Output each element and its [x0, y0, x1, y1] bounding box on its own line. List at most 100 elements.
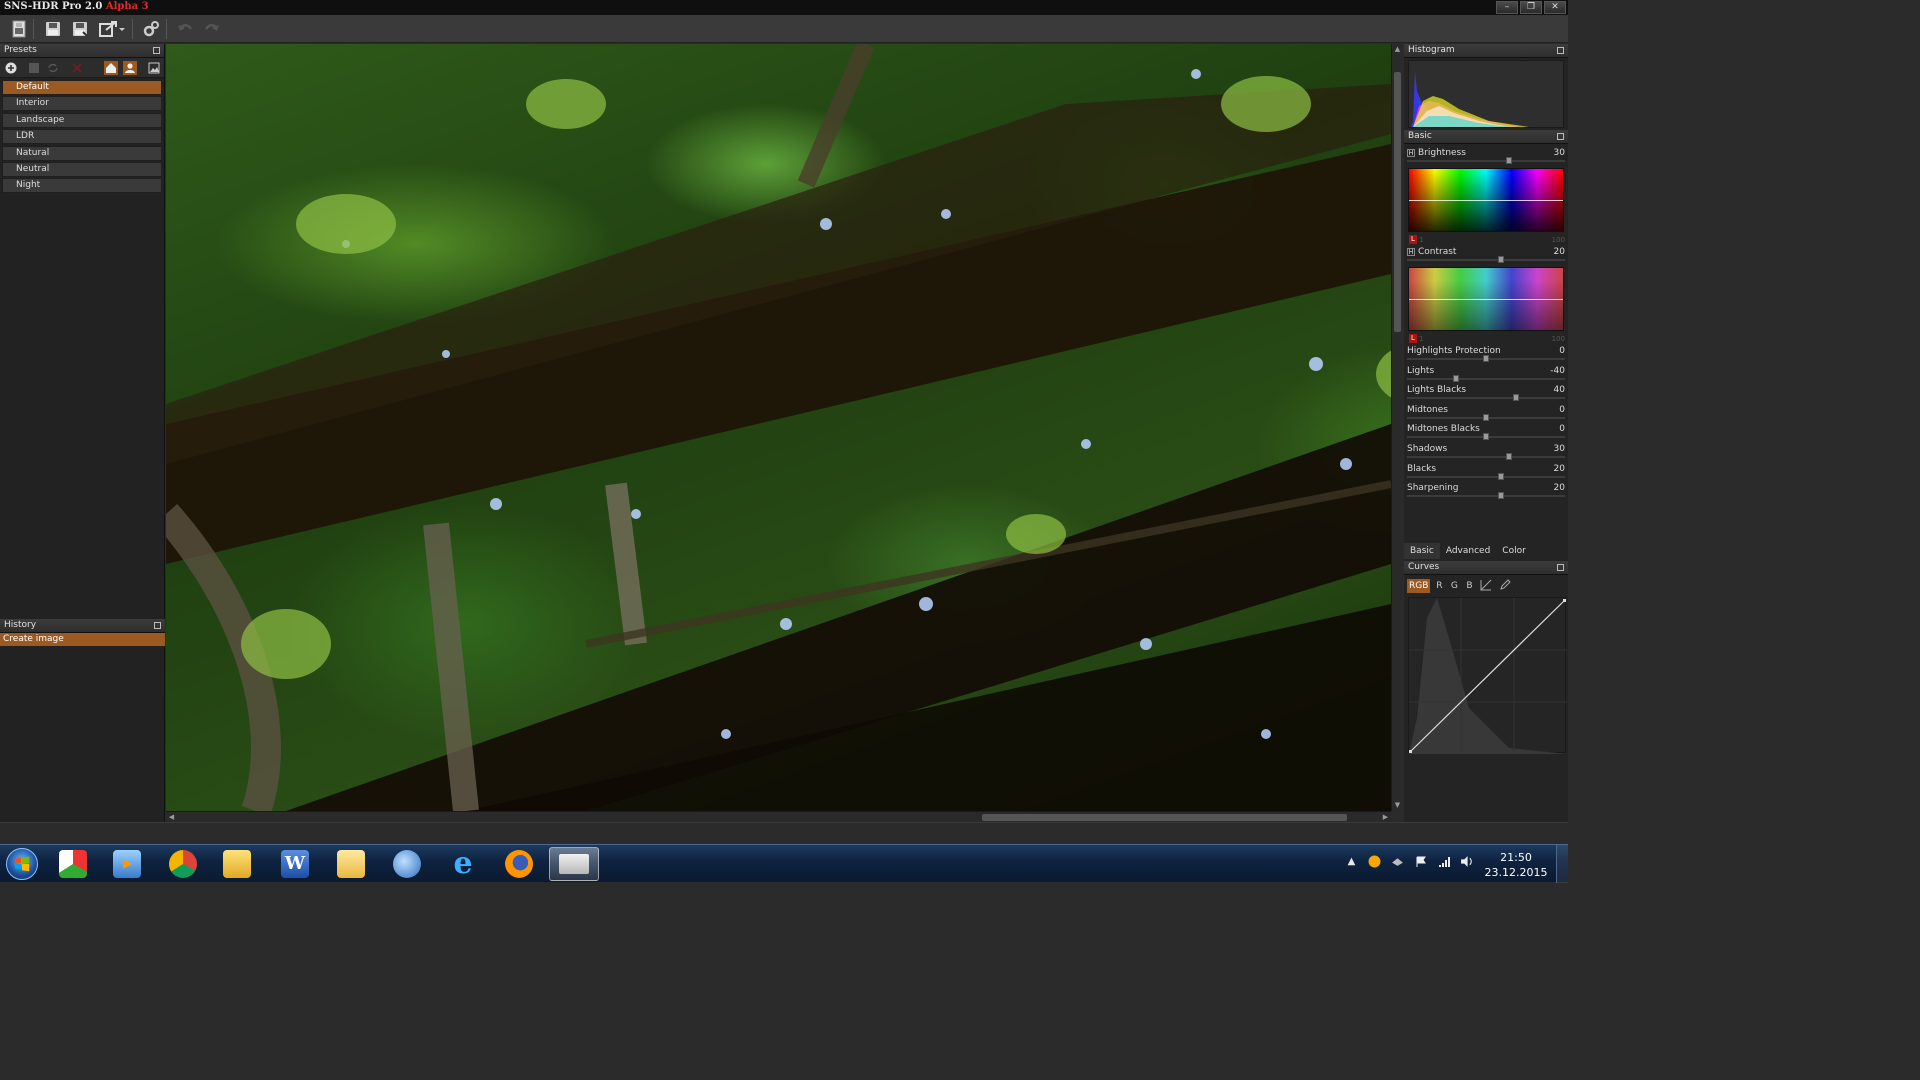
network-activity-icon[interactable] — [1391, 855, 1404, 868]
lights-slider[interactable]: Lights -40 — [1407, 366, 1565, 385]
redo-icon[interactable] — [201, 18, 223, 40]
slider-value: 0 — [1559, 424, 1565, 435]
clock[interactable]: 21:50 23.12.2015 — [1480, 850, 1552, 880]
slider-knob[interactable] — [1452, 374, 1459, 382]
signal-icon[interactable] — [1437, 855, 1450, 868]
brightness-slider[interactable]: H Brightness 30 — [1407, 148, 1565, 167]
preset-item-night[interactable]: Night — [2, 178, 162, 194]
contrast-hue-spectrum[interactable] — [1408, 267, 1564, 331]
sharpening-slider[interactable]: Sharpening 20 — [1407, 483, 1565, 502]
dock-icon[interactable] — [1557, 564, 1564, 571]
preset-item-default[interactable]: Default — [2, 80, 162, 95]
presentation-app-icon — [59, 850, 87, 878]
curve-editor[interactable] — [1408, 597, 1567, 754]
slider-knob[interactable] — [1483, 413, 1489, 421]
user-preset-icon[interactable] — [123, 61, 137, 75]
taskbar-photo-viewer[interactable] — [326, 847, 376, 881]
preset-item-landscape[interactable]: Landscape — [2, 112, 162, 128]
taskbar-email-client[interactable] — [382, 847, 432, 881]
taskbar-firefox-browser[interactable] — [494, 847, 544, 881]
home-preset-icon[interactable] — [104, 61, 118, 75]
l-channel-badge[interactable]: L — [1409, 334, 1417, 343]
vertical-scrollbar[interactable]: ▲ ▼ — [1391, 44, 1402, 811]
history-item[interactable]: Create image — [0, 633, 165, 646]
image-canvas[interactable] — [166, 44, 1391, 811]
scroll-left-icon[interactable]: ◀ — [167, 813, 176, 822]
save-as-icon[interactable] — [69, 18, 91, 40]
tab-color[interactable]: Color — [1496, 543, 1532, 559]
l-channel-badge[interactable]: L — [1409, 235, 1417, 244]
scroll-down-icon[interactable]: ▼ — [1393, 801, 1402, 810]
save-preset-icon[interactable] — [27, 61, 41, 75]
tab-advanced[interactable]: Advanced — [1440, 543, 1496, 559]
add-preset-icon[interactable] — [4, 61, 18, 75]
open-icon[interactable] — [8, 18, 30, 40]
delete-preset-icon[interactable] — [70, 61, 84, 75]
image-preset-icon[interactable] — [147, 61, 161, 75]
export-icon[interactable] — [96, 18, 128, 40]
minimize-button[interactable]: – — [1496, 1, 1518, 14]
taskbar-file-explorer[interactable] — [212, 847, 262, 881]
horizontal-scrollbar[interactable]: ◀ ▶ — [166, 811, 1391, 822]
dock-icon[interactable] — [153, 47, 160, 54]
preset-item-ldr[interactable]: LDR — [2, 129, 162, 145]
preset-item-neutral[interactable]: Neutral — [2, 161, 162, 177]
maximize-button[interactable]: ❐ — [1520, 1, 1542, 14]
brightness-hue-spectrum[interactable] — [1408, 168, 1564, 232]
dock-icon[interactable] — [1557, 47, 1564, 54]
flag-icon[interactable] — [1414, 855, 1427, 868]
volume-icon[interactable] — [1460, 855, 1473, 868]
close-button[interactable]: ✕ — [1544, 1, 1566, 14]
highlights-protection-slider[interactable]: Highlights Protection 0 — [1407, 346, 1565, 365]
tab-basic[interactable]: Basic — [1404, 543, 1440, 559]
show-desktop-button[interactable] — [1556, 845, 1568, 883]
taskbar-presentation-app[interactable] — [48, 847, 98, 881]
scroll-up-icon[interactable]: ▲ — [1393, 45, 1402, 54]
curve-line-icon[interactable] — [1478, 579, 1494, 593]
taskbar-sns-hdr-app[interactable] — [549, 847, 599, 881]
h-toggle-icon[interactable]: H — [1407, 248, 1415, 256]
undo-icon[interactable] — [174, 18, 196, 40]
blacks-slider[interactable]: Blacks 20 — [1407, 464, 1565, 483]
contrast-knob[interactable] — [1498, 256, 1505, 263]
slider-knob[interactable] — [1483, 355, 1489, 362]
vertical-scroll-thumb[interactable] — [1394, 72, 1401, 332]
taskbar-media-player[interactable] — [102, 847, 152, 881]
taskbar-chrome-browser[interactable] — [158, 847, 208, 881]
taskbar-internet-explorer[interactable]: e — [438, 847, 488, 881]
start-button[interactable] — [6, 848, 38, 880]
history-panel: History Create image — [0, 619, 165, 822]
show-hidden-icon[interactable]: ▲ — [1345, 855, 1358, 868]
curves-title: Curves — [1408, 562, 1440, 572]
brightness-knob[interactable] — [1505, 157, 1512, 164]
preset-item-interior[interactable]: Interior — [2, 96, 162, 112]
midtones-slider[interactable]: Midtones 0 — [1407, 405, 1565, 424]
shadows-slider[interactable]: Shadows 30 — [1407, 444, 1565, 463]
scroll-right-icon[interactable]: ▶ — [1381, 813, 1390, 822]
curve-pencil-icon[interactable] — [1497, 579, 1513, 593]
channel-b-button[interactable]: B — [1463, 579, 1475, 593]
save-icon[interactable] — [42, 18, 64, 40]
preset-item-natural[interactable]: Natural — [2, 145, 162, 161]
dock-icon[interactable] — [1557, 133, 1564, 140]
midtones-blacks-slider[interactable]: Midtones Blacks 0 — [1407, 424, 1565, 443]
slider-knob[interactable] — [1513, 394, 1520, 402]
slider-knob[interactable] — [1498, 492, 1505, 500]
dock-icon[interactable] — [154, 622, 161, 629]
slider-knob[interactable] — [1498, 472, 1505, 480]
horizontal-scroll-thumb[interactable] — [982, 814, 1347, 821]
channel-r-button[interactable]: R — [1433, 579, 1445, 593]
sync-preset-icon[interactable] — [46, 61, 60, 75]
antivirus-icon[interactable] — [1368, 855, 1381, 868]
taskbar-word-processor[interactable]: W — [270, 847, 320, 881]
settings-icon[interactable] — [140, 18, 162, 40]
left-panel: Presets Default Interior Landscape LDR N… — [0, 44, 165, 822]
slider-knob[interactable] — [1505, 453, 1512, 460]
curve-channel-toolbar: RGB R G B — [1407, 578, 1513, 594]
channel-rgb-button[interactable]: RGB — [1407, 579, 1431, 593]
channel-g-button[interactable]: G — [1448, 579, 1460, 593]
slider-knob[interactable] — [1483, 433, 1489, 441]
contrast-slider[interactable]: H Contrast 20 — [1407, 247, 1565, 266]
lights-blacks-slider[interactable]: Lights Blacks 40 — [1407, 385, 1565, 404]
h-toggle-icon[interactable]: H — [1407, 149, 1415, 157]
